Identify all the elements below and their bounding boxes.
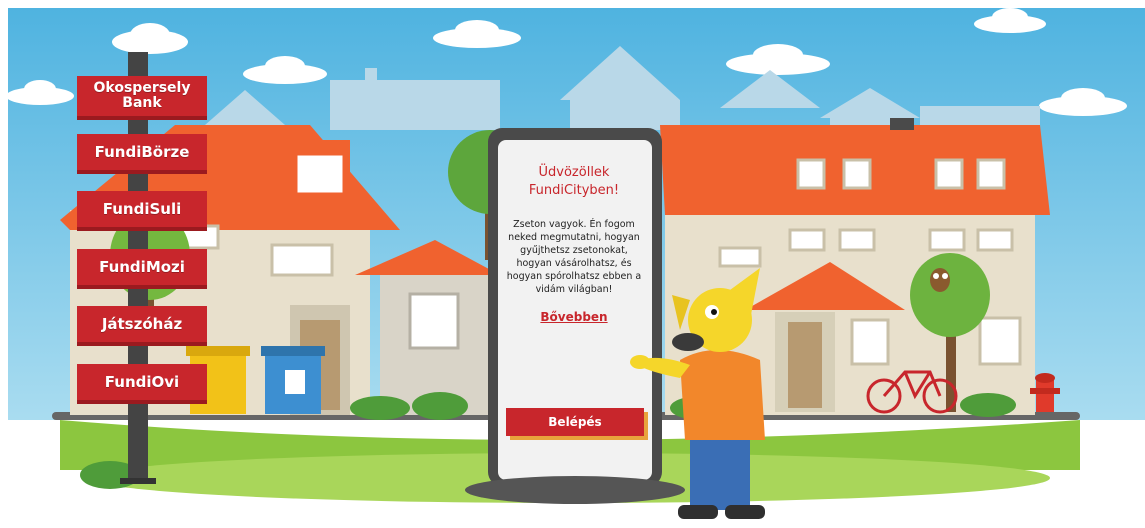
signpost-label: FundiSuli <box>102 199 182 218</box>
signpost-fundisuli[interactable]: FundiSuli <box>77 191 207 231</box>
login-button[interactable]: Belépés <box>506 408 644 436</box>
signpost-okospersely-bank[interactable]: Okospersely Bank <box>77 76 207 120</box>
signpost-label: FundiOvi <box>104 372 180 391</box>
signpost-label: Okospersely Bank <box>93 80 191 111</box>
signpost-fundiborze[interactable]: FundiBörze <box>77 134 207 174</box>
more-link[interactable]: Bővebben <box>503 310 645 324</box>
pillar-content: Üdvözöllek FundiCityben! Zseton vagyok. … <box>503 164 645 324</box>
welcome-heading: Üdvözöllek FundiCityben! <box>528 165 620 198</box>
intro-text: Zseton vagyok. Én fogom neked megmutatni… <box>506 219 642 295</box>
signpost-label: FundiBörze <box>94 142 190 161</box>
signpost-label: FundiMozi <box>99 257 185 276</box>
fundicity-scene: Okospersely Bank FundiBörze FundiSuli Fu… <box>0 0 1145 528</box>
signpost-fundimozi[interactable]: FundiMozi <box>77 249 207 289</box>
signpost-jatszohaz[interactable]: Játszóház <box>77 306 207 346</box>
signpost-fundiovi[interactable]: FundiOvi <box>77 364 207 404</box>
signpost-label: Játszóház <box>101 314 183 333</box>
